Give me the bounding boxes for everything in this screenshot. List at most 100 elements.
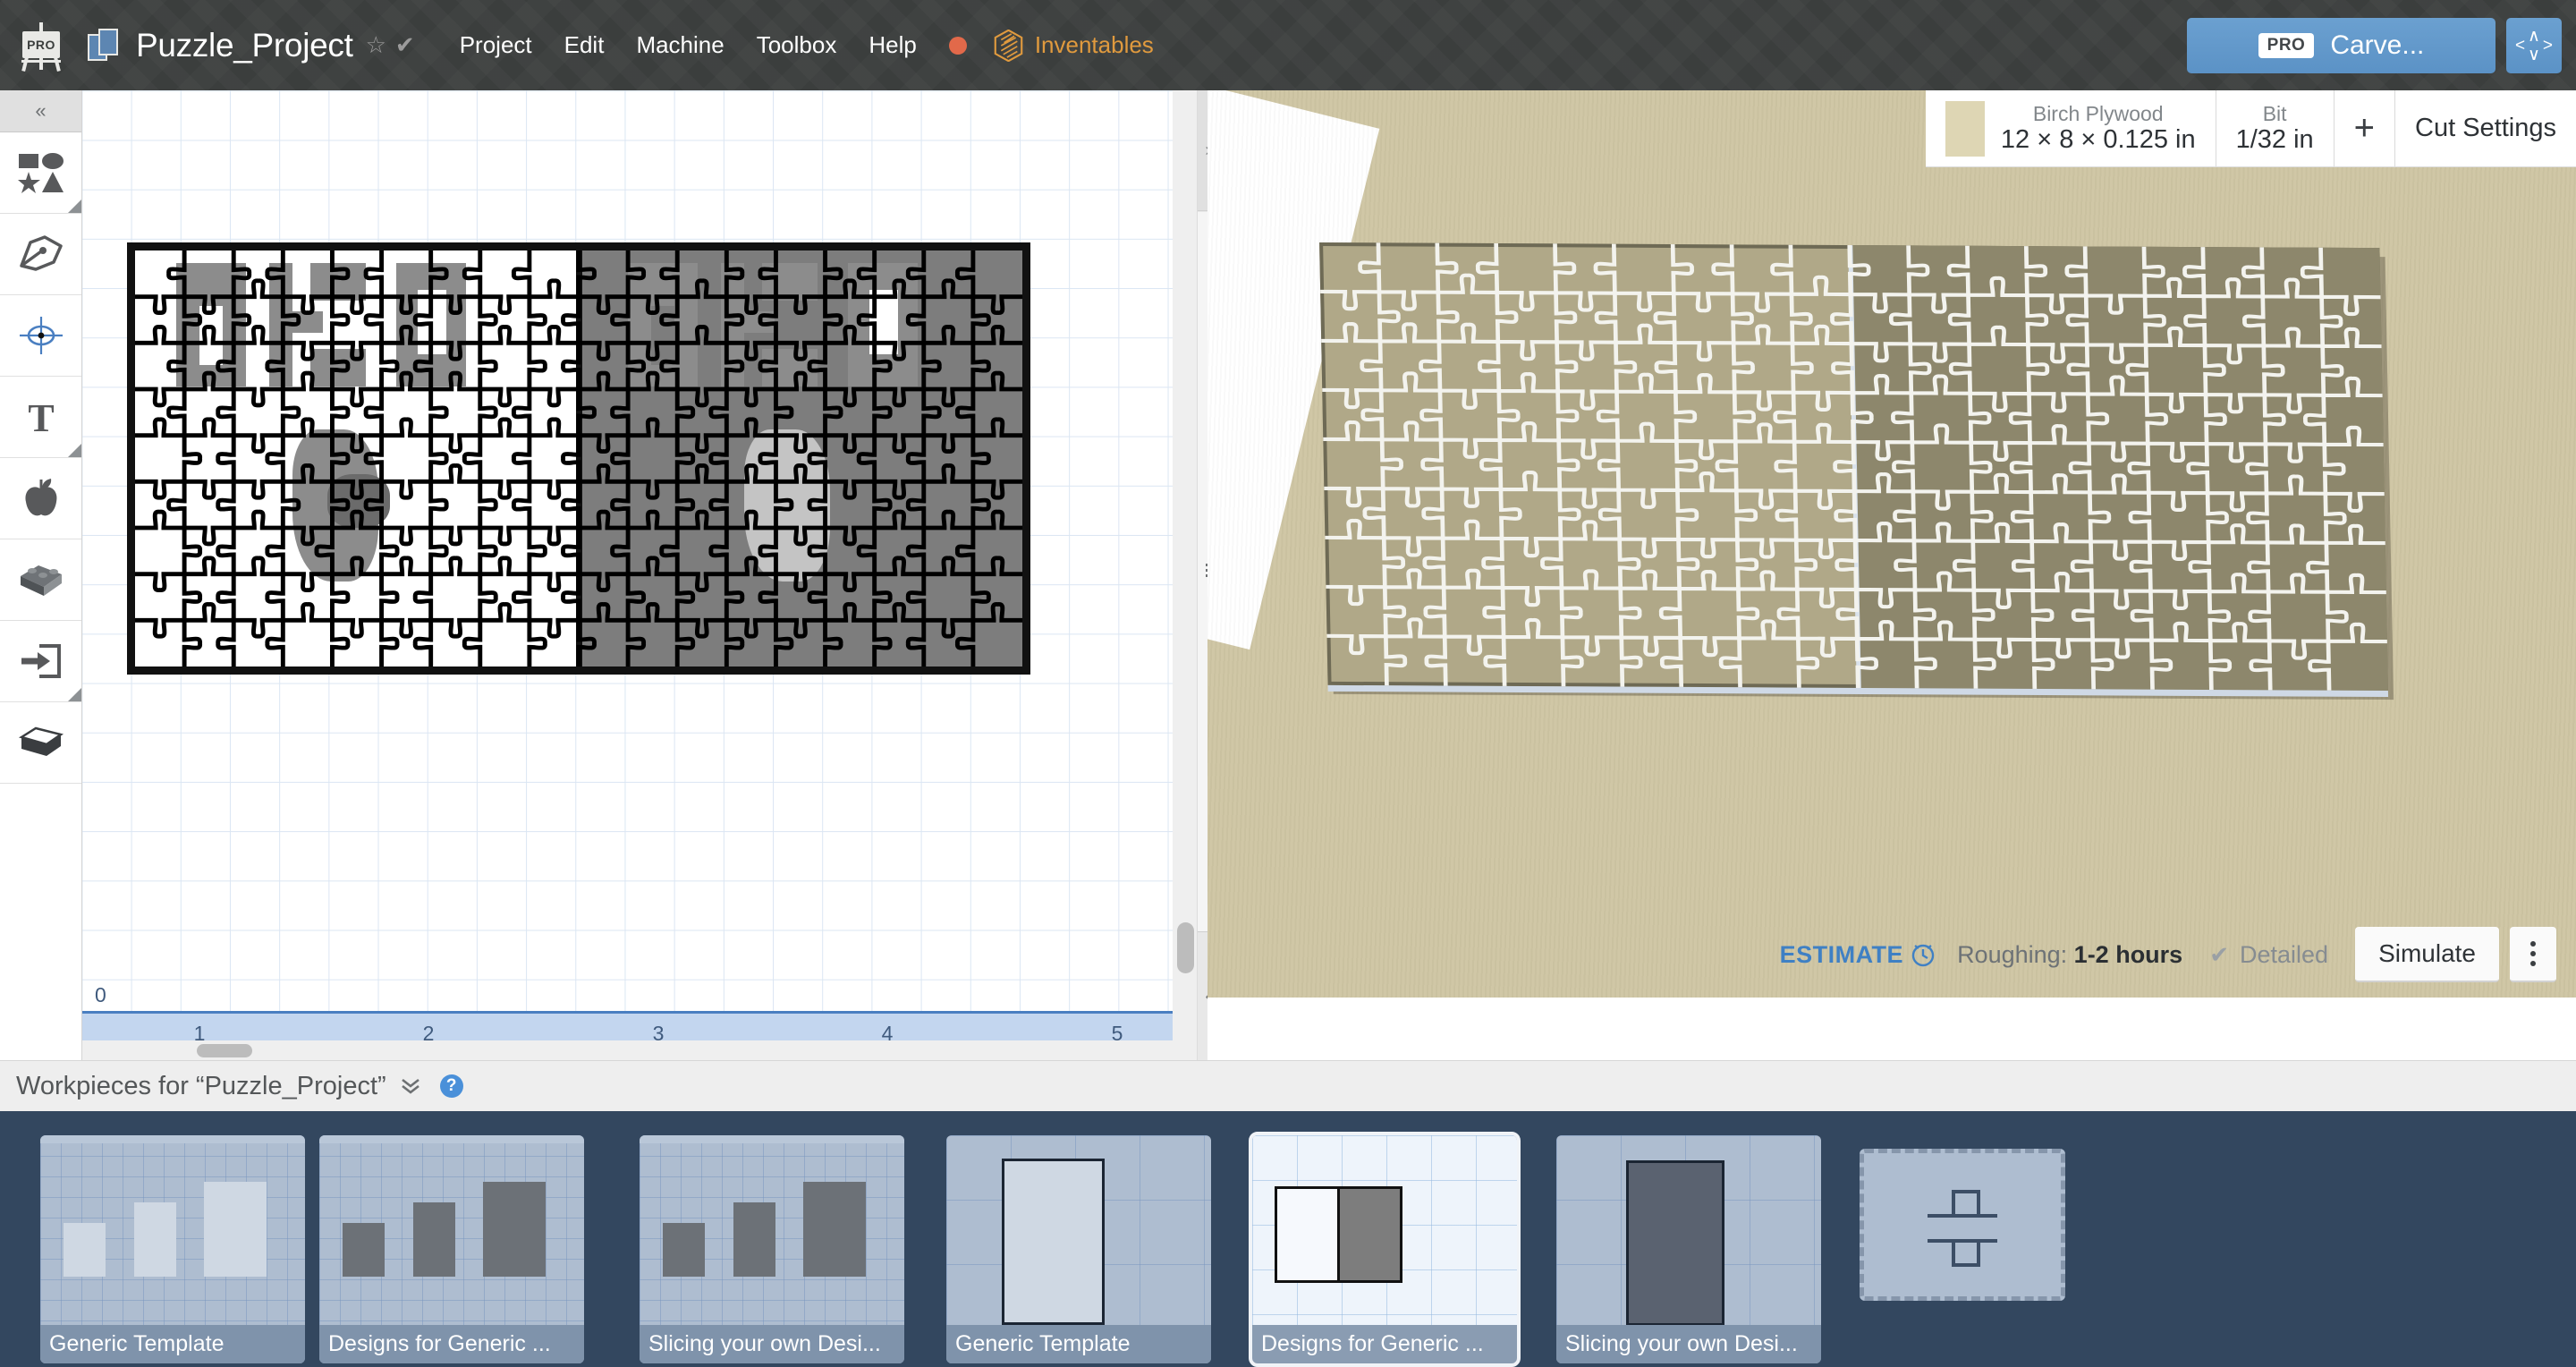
thumb-shape bbox=[204, 1182, 267, 1277]
material-name: Birch Plywood bbox=[2033, 102, 2164, 125]
easel-pro-logo[interactable]: PRO bbox=[16, 21, 66, 71]
pen-icon bbox=[18, 235, 64, 273]
pan-right-icon: > bbox=[2543, 37, 2553, 54]
material-selector[interactable]: Birch Plywood 12 × 8 × 0.125 in bbox=[1926, 90, 2216, 166]
menu-item-help[interactable]: Help bbox=[869, 31, 916, 59]
material-swatch bbox=[1945, 101, 1985, 157]
main-menu: Project Edit Machine Toolbox Help Invent… bbox=[460, 30, 1154, 62]
puzzle-design-object[interactable] bbox=[127, 242, 1030, 675]
estimate-label: ESTIMATE bbox=[1780, 941, 1904, 969]
pan-control-button[interactable]: ∧ ∨ < > bbox=[2506, 18, 2562, 73]
thumb-shape bbox=[1275, 1186, 1340, 1283]
page-title[interactable]: Puzzle_Project bbox=[136, 27, 353, 64]
apple-icon bbox=[21, 478, 62, 519]
sidebar-item-three-d[interactable] bbox=[0, 702, 81, 784]
menu-item-edit[interactable]: Edit bbox=[564, 31, 605, 59]
list-item[interactable]: Slicing your own Desi... bbox=[1556, 1135, 1821, 1363]
add-bit-button[interactable]: + bbox=[2334, 90, 2395, 166]
menu-item-machine[interactable]: Machine bbox=[636, 31, 724, 59]
list-item[interactable]: Slicing your own Desi... bbox=[640, 1135, 904, 1363]
kebab-dot bbox=[2530, 941, 2536, 947]
thumb-shape bbox=[1626, 1160, 1724, 1325]
top-bar: PRO Puzzle_Project ☆ ✔ Project Edit Mach… bbox=[0, 0, 2576, 90]
machine-status-dot[interactable] bbox=[949, 37, 967, 55]
has-submenu-indicator bbox=[68, 444, 81, 457]
list-item[interactable]: Designs for Generic ... bbox=[1252, 1135, 1517, 1363]
sidebar-item-origin[interactable] bbox=[0, 295, 81, 377]
canvas-horizontal-scrollbar[interactable] bbox=[82, 1040, 1173, 1060]
sidebar-item-shapes[interactable] bbox=[0, 132, 81, 214]
design-canvas[interactable]: 0 1 2 3 4 5 inch mm – + bbox=[82, 90, 1173, 1060]
scrollbar-thumb[interactable] bbox=[197, 1044, 252, 1057]
thumb-shape bbox=[413, 1202, 455, 1277]
chevron-double-down-icon[interactable] bbox=[399, 1076, 422, 1096]
list-item[interactable]: Generic Template bbox=[40, 1135, 305, 1363]
material-bar: Birch Plywood 12 × 8 × 0.125 in Bit 1/32… bbox=[1926, 90, 2576, 167]
workpieces-tray[interactable]: Generic Template Designs for Generic ...… bbox=[0, 1111, 2576, 1367]
left-toolbar: « T bbox=[0, 90, 82, 1060]
thumbnail-ruler bbox=[319, 1135, 584, 1143]
roughing-value: 1-2 hours bbox=[2074, 941, 2183, 968]
thumb-shape bbox=[1337, 1186, 1402, 1283]
thumbnail-ruler bbox=[640, 1135, 904, 1143]
thumb-shape bbox=[1002, 1159, 1105, 1325]
estimate-bar: ESTIMATE Roughing: 1-2 hours ✔ Detailed … bbox=[1208, 912, 2576, 998]
thumb-shape bbox=[733, 1202, 775, 1277]
preview-more-options-button[interactable] bbox=[2510, 927, 2556, 982]
add-workpiece-button[interactable] bbox=[1860, 1149, 2065, 1301]
easel-logo-leg-right bbox=[54, 56, 61, 71]
inventables-logo-icon[interactable] bbox=[994, 30, 1023, 62]
workpiece-thumbnail bbox=[319, 1135, 584, 1325]
has-submenu-indicator bbox=[68, 200, 81, 213]
bit-value: 1/32 in bbox=[2236, 125, 2314, 155]
toolbar-collapse-button[interactable]: « bbox=[0, 90, 81, 132]
cube-icon bbox=[18, 726, 64, 760]
bit-selector[interactable]: Bit 1/32 in bbox=[2216, 90, 2334, 166]
menu-item-toolbox[interactable]: Toolbox bbox=[757, 31, 837, 59]
cut-settings-button[interactable]: Cut Settings bbox=[2395, 90, 2576, 166]
shapes-icon bbox=[18, 152, 64, 193]
sidebar-item-apps[interactable] bbox=[0, 458, 81, 539]
detailed-label[interactable]: Detailed bbox=[2240, 941, 2328, 969]
sidebar-item-pen[interactable] bbox=[0, 214, 81, 295]
scrollbar-thumb[interactable] bbox=[1177, 922, 1194, 973]
favorite-star-icon[interactable]: ☆ bbox=[366, 31, 386, 59]
sidebar-item-text[interactable]: T bbox=[0, 377, 81, 458]
has-submenu-indicator bbox=[68, 688, 81, 701]
bit-label: Bit bbox=[2263, 102, 2287, 125]
saved-check-icon: ✔ bbox=[395, 31, 415, 59]
menu-item-project[interactable]: Project bbox=[460, 31, 532, 59]
thumb-shape bbox=[134, 1202, 176, 1277]
svg-text:T: T bbox=[28, 397, 54, 437]
preview-puzzle-cuts bbox=[1319, 242, 2388, 691]
easel-logo-badge: PRO bbox=[22, 31, 60, 58]
roughing-prefix: Roughing: bbox=[1957, 941, 2074, 968]
help-icon[interactable]: ? bbox=[440, 1074, 463, 1098]
list-item[interactable]: Designs for Generic ... bbox=[319, 1135, 584, 1363]
list-item[interactable]: Generic Template bbox=[946, 1135, 1211, 1363]
preview-workpiece[interactable] bbox=[1319, 242, 2388, 691]
workpiece-thumbnail bbox=[640, 1135, 904, 1325]
simulate-button[interactable]: Simulate bbox=[2355, 927, 2499, 982]
list-item-label: Generic Template bbox=[946, 1325, 1211, 1363]
list-item-label: Designs for Generic ... bbox=[319, 1325, 584, 1363]
sidebar-item-blocks[interactable] bbox=[0, 539, 81, 621]
workpiece-thumbnail bbox=[946, 1135, 1211, 1325]
carve-button-label: Carve... bbox=[2330, 30, 2424, 61]
sidebar-item-import[interactable] bbox=[0, 621, 81, 702]
canvas-vertical-scrollbar[interactable] bbox=[1173, 90, 1198, 1060]
kebab-dot bbox=[2530, 951, 2536, 956]
carve-button[interactable]: PRO Carve... bbox=[2187, 18, 2496, 73]
thumb-shape bbox=[64, 1223, 106, 1277]
puzzle-cut-lines bbox=[135, 250, 1022, 667]
three-d-preview[interactable]: Birch Plywood 12 × 8 × 0.125 in Bit 1/32… bbox=[1208, 90, 2576, 1060]
pan-up-icon: ∧ bbox=[2528, 28, 2540, 45]
kebab-dot bbox=[2530, 961, 2536, 966]
thumb-shape bbox=[663, 1223, 705, 1277]
inventables-brand-label[interactable]: Inventables bbox=[1035, 31, 1154, 59]
thumb-shape bbox=[803, 1182, 866, 1277]
clock-icon[interactable] bbox=[1911, 942, 1936, 967]
thumb-shape bbox=[343, 1223, 385, 1277]
project-document-icon[interactable] bbox=[88, 29, 122, 63]
thumb-shape bbox=[483, 1182, 546, 1277]
